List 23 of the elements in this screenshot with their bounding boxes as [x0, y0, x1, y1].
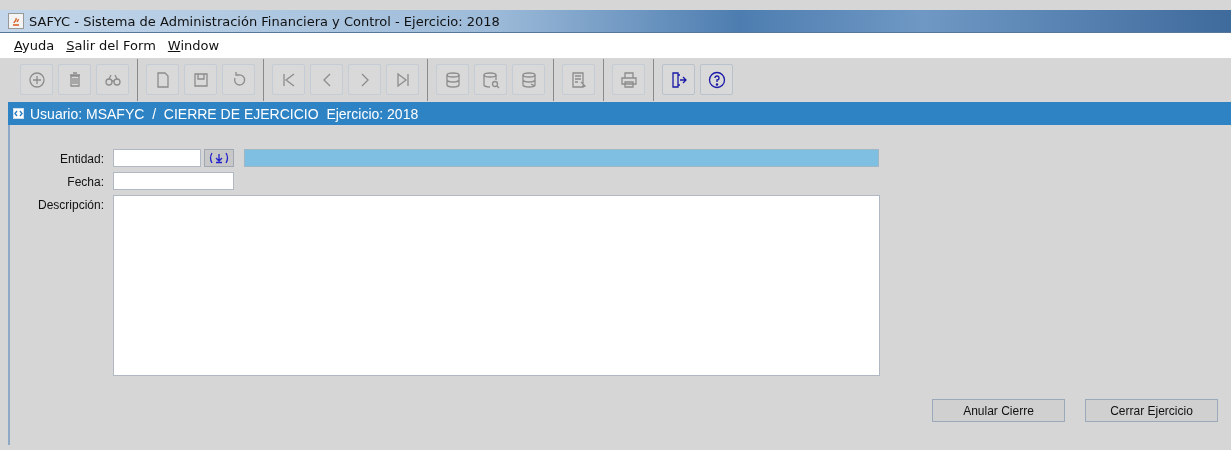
printer-icon: [618, 69, 639, 90]
window-title: SAFYC - Sistema de Administración Financiera y Control - Ejercicio: 2018: [29, 13, 500, 29]
list-button[interactable]: [204, 149, 234, 167]
action-button[interactable]: Anular Cierre: [932, 399, 1065, 422]
app-icon: [8, 13, 24, 29]
database-search-icon: [480, 69, 501, 90]
input-field[interactable]: [113, 149, 201, 167]
toolbar-button[interactable]: [700, 64, 733, 95]
menu-item[interactable]: Ayuda: [14, 38, 55, 53]
menu-item[interactable]: Salir del Form: [66, 38, 156, 53]
add-icon: [26, 69, 47, 90]
text-area[interactable]: [113, 195, 880, 376]
form-title: Usuario: MSAFYC / CIERRE DE EJERCICIO Ejercicio: 2018: [30, 105, 419, 122]
form-icon: [13, 108, 24, 119]
field-label: Descripción:: [36, 197, 104, 212]
field-label: Entidad:: [58, 151, 104, 166]
toolbar-button[interactable]: [662, 64, 695, 95]
date-field[interactable]: [113, 172, 234, 190]
field-label: Fecha:: [66, 174, 104, 189]
help-icon: [706, 69, 727, 90]
action-button[interactable]: Cerrar Ejercicio: [1085, 399, 1218, 422]
menu-item[interactable]: Window: [167, 38, 220, 53]
download-icon: [208, 152, 230, 164]
